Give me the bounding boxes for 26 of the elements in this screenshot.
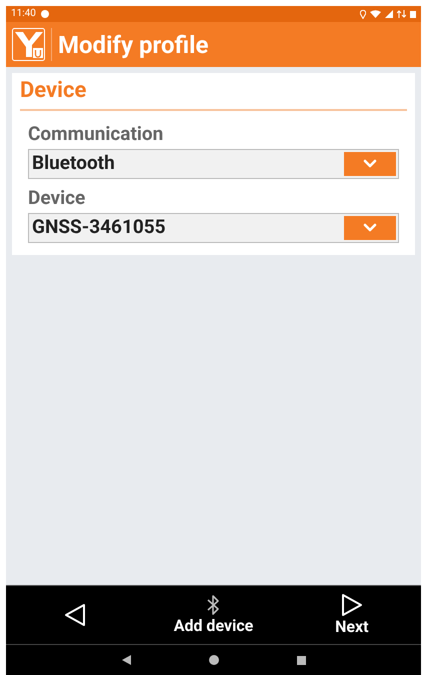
data-transfer-icon xyxy=(397,10,406,18)
wifi-icon xyxy=(370,10,381,18)
nav-home-icon[interactable] xyxy=(208,655,218,665)
dropdown-field[interactable]: GNSS-3461055 xyxy=(28,212,399,242)
chevron-down-icon xyxy=(363,223,377,232)
status-indicator-icon xyxy=(40,10,49,18)
add-device-button[interactable]: Add device xyxy=(144,586,283,644)
back-triangle-icon xyxy=(64,603,86,627)
status-time: 11:40 xyxy=(11,9,36,19)
nav-back-icon[interactable] xyxy=(122,655,130,665)
dropdown-button[interactable] xyxy=(344,152,396,176)
dropdown-button[interactable] xyxy=(344,216,396,240)
signal-icon xyxy=(385,10,393,18)
location-icon xyxy=(360,10,366,18)
dropdown-field[interactable]: Bluetooth xyxy=(28,148,399,178)
battery-icon xyxy=(410,10,416,18)
page-title: Modify profile xyxy=(58,32,208,56)
section-title: Device xyxy=(20,77,407,110)
bluetooth-icon xyxy=(206,594,220,616)
chevron-down-icon xyxy=(363,159,377,168)
nav-recents-icon[interactable] xyxy=(296,656,306,664)
app-logo-icon xyxy=(12,28,45,61)
next-triangle-icon xyxy=(340,593,363,617)
next-button[interactable]: Next xyxy=(282,586,421,644)
field-label: Communication xyxy=(28,120,164,146)
field-label: Device xyxy=(28,184,86,210)
